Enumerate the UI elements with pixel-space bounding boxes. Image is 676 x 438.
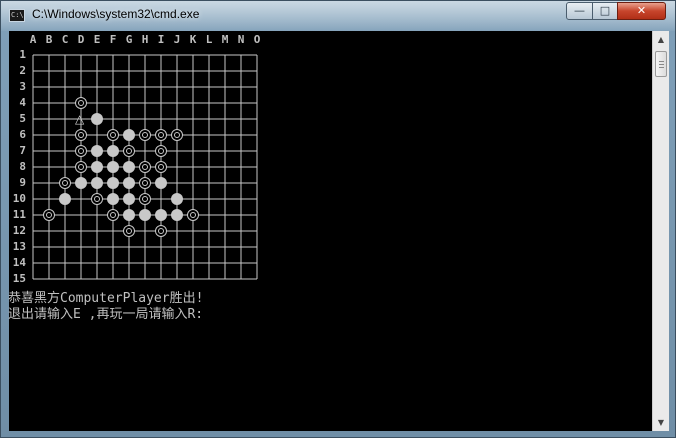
- white-stone: [123, 225, 135, 237]
- white-stone: [91, 193, 103, 205]
- white-stone: [155, 129, 167, 141]
- black-stone: [91, 161, 103, 173]
- white-stone: [155, 145, 167, 157]
- black-stone: [155, 177, 167, 189]
- black-stone: [171, 193, 183, 205]
- white-stone: [43, 209, 55, 221]
- black-stone: [123, 129, 135, 141]
- white-stone: [139, 129, 151, 141]
- white-stone: [155, 161, 167, 173]
- black-stone: [171, 209, 183, 221]
- white-stone: [107, 129, 119, 141]
- black-stone: [91, 145, 103, 157]
- white-stone: [139, 193, 151, 205]
- white-stone: [139, 177, 151, 189]
- white-stone: [155, 225, 167, 237]
- last-move-marker: △: [75, 112, 85, 126]
- black-stone: [123, 161, 135, 173]
- white-stone: [123, 145, 135, 157]
- black-stone: [107, 145, 119, 157]
- white-stone: [187, 209, 199, 221]
- white-stone: [75, 145, 87, 157]
- black-stone: [123, 209, 135, 221]
- white-stone: [171, 129, 183, 141]
- black-stone: [139, 209, 151, 221]
- black-stone: [107, 193, 119, 205]
- black-stone: [155, 209, 167, 221]
- white-stone: [75, 97, 87, 109]
- black-stone: [123, 177, 135, 189]
- white-stone: [75, 161, 87, 173]
- black-stone: [123, 193, 135, 205]
- black-stone: [91, 113, 103, 125]
- black-stone: [91, 177, 103, 189]
- black-stone: [107, 177, 119, 189]
- black-stone: [59, 193, 71, 205]
- white-stone: [139, 161, 151, 173]
- white-stone: [59, 177, 71, 189]
- gomoku-board: [32, 54, 258, 280]
- input-prompt: 退出请输入E ,再玩一局请输入R:: [8, 307, 204, 322]
- black-stone: [75, 177, 87, 189]
- black-stone: [107, 161, 119, 173]
- white-stone: [75, 129, 87, 141]
- white-stone: [107, 209, 119, 221]
